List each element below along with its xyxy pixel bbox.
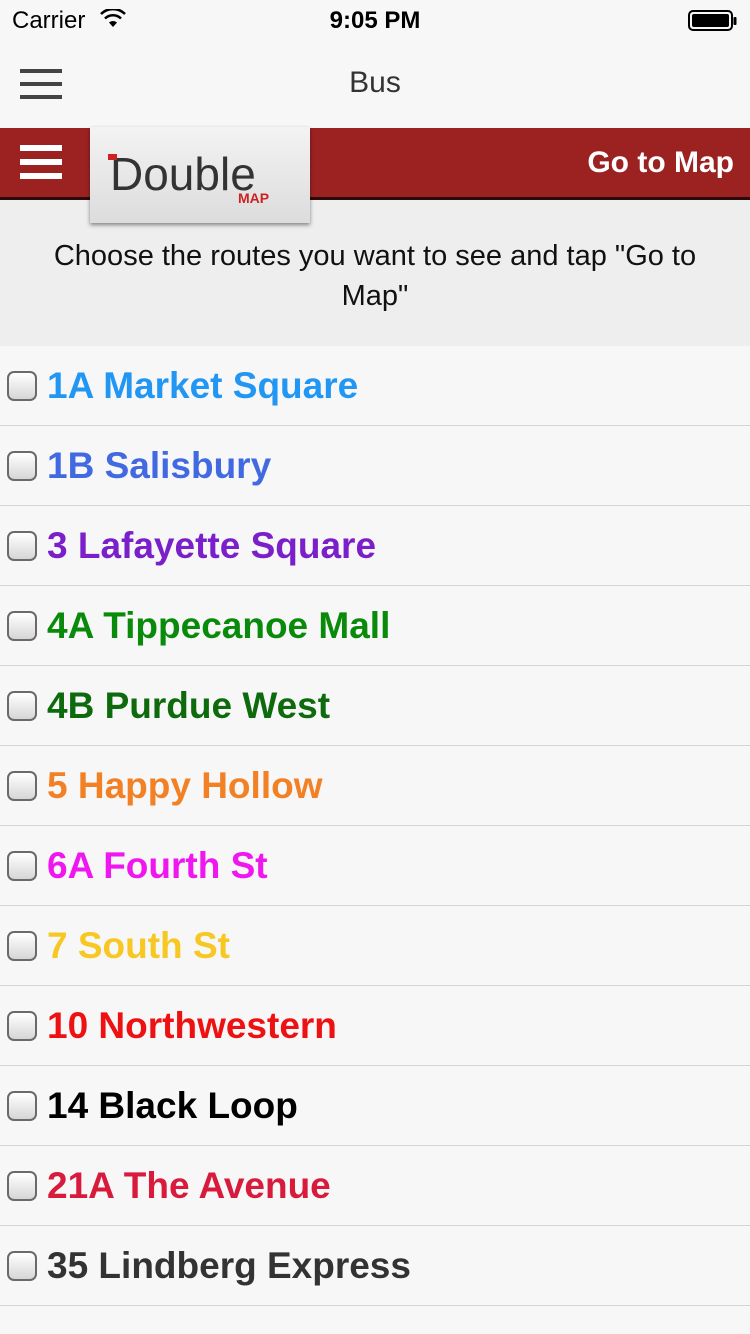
route-checkbox[interactable]	[7, 531, 37, 561]
page-title: Bus	[349, 66, 401, 99]
route-checkbox[interactable]	[7, 1251, 37, 1281]
logo-text: Double	[110, 148, 256, 200]
status-time: 9:05 PM	[329, 7, 421, 34]
route-row[interactable]: 14 Black Loop	[0, 1066, 750, 1146]
navigation-bar: Bus	[0, 40, 750, 128]
route-row[interactable]: 21A The Avenue	[0, 1146, 750, 1226]
route-label[interactable]: 4B Purdue West	[47, 685, 330, 727]
route-checkbox[interactable]	[7, 1171, 37, 1201]
route-row[interactable]: 3 Lafayette Square	[0, 506, 750, 586]
route-label[interactable]: 6A Fourth St	[47, 845, 268, 887]
route-row[interactable]: 10 Northwestern	[0, 986, 750, 1066]
route-label[interactable]: 35 Lindberg Express	[47, 1245, 411, 1287]
route-checkbox[interactable]	[7, 771, 37, 801]
route-label[interactable]: 10 Northwestern	[47, 1005, 337, 1047]
route-row[interactable]: 1B Salisbury	[0, 426, 750, 506]
route-label[interactable]: 21A The Avenue	[47, 1165, 331, 1207]
route-checkbox[interactable]	[7, 371, 37, 401]
route-label[interactable]: 1B Salisbury	[47, 445, 271, 487]
doublemap-logo: Double MAP	[90, 127, 310, 223]
route-checkbox[interactable]	[7, 451, 37, 481]
route-row[interactable]: 4A Tippecanoe Mall	[0, 586, 750, 666]
route-checkbox[interactable]	[7, 1011, 37, 1041]
route-row[interactable]: 7 South St	[0, 906, 750, 986]
logo-subtext: MAP	[238, 190, 269, 206]
route-label[interactable]: 4A Tippecanoe Mall	[47, 605, 390, 647]
route-label[interactable]: 7 South St	[47, 925, 230, 967]
battery-icon	[688, 10, 738, 37]
route-row[interactable]: 4B Purdue West	[0, 666, 750, 746]
route-checkbox[interactable]	[7, 611, 37, 641]
go-to-map-button[interactable]: Go to Map	[587, 146, 734, 180]
route-label[interactable]: 14 Black Loop	[47, 1085, 298, 1127]
status-bar: Carrier 9:05 PM	[0, 0, 750, 40]
route-checkbox[interactable]	[7, 691, 37, 721]
route-label[interactable]: 3 Lafayette Square	[47, 525, 376, 567]
route-label[interactable]: 5 Happy Hollow	[47, 765, 322, 807]
route-checkbox[interactable]	[7, 851, 37, 881]
route-list: 1A Market Square 1B Salisbury 3 Lafayette …	[0, 346, 750, 1306]
route-row[interactable]: 5 Happy Hollow	[0, 746, 750, 826]
route-row[interactable]: 1A Market Square	[0, 346, 750, 426]
hamburger-icon[interactable]	[20, 144, 62, 185]
route-row[interactable]: 6A Fourth St	[0, 826, 750, 906]
route-checkbox[interactable]	[7, 1091, 37, 1121]
route-row[interactable]: 35 Lindberg Express	[0, 1226, 750, 1306]
route-label[interactable]: 1A Market Square	[47, 365, 358, 407]
route-checkbox[interactable]	[7, 931, 37, 961]
